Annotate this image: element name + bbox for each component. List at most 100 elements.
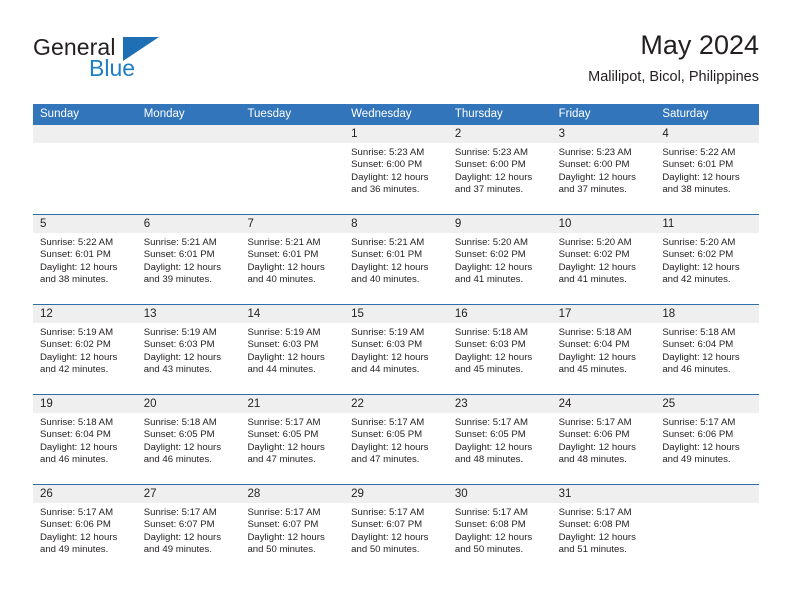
day-cell[interactable]: 18 Sunrise: 5:18 AM Sunset: 6:04 PM Dayligh… xyxy=(655,305,760,394)
day-cell[interactable]: 25 Sunrise: 5:17 AM Sunset: 6:06 PM Dayligh… xyxy=(655,395,760,484)
day-daylight-line1-text: Daylight: 12 hours xyxy=(454,171,533,183)
day-sunrise-text: Sunrise: 5:18 AM xyxy=(40,417,114,428)
day-cell-empty xyxy=(655,485,760,574)
day-daylight-line2-text: and 38 minutes. xyxy=(662,183,731,195)
day-number: 11 xyxy=(655,215,760,233)
day-cell[interactable]: 29 Sunrise: 5:17 AM Sunset: 6:07 PM Dayligh… xyxy=(344,485,448,574)
day-sunrise-text: Sunrise: 5:17 AM xyxy=(454,507,528,518)
day-sun-info: Sunrise: 5:19 AM Sunset: 6:02 PM Daylight:… xyxy=(33,323,137,376)
day-daylight-line2-text: and 41 minutes. xyxy=(558,273,627,285)
weekday-header-saturday: Saturday xyxy=(662,108,709,120)
day-number: 26 xyxy=(33,485,137,503)
day-cell[interactable]: 12 Sunrise: 5:19 AM Sunset: 6:02 PM Dayligh… xyxy=(33,305,137,394)
day-cell[interactable]: 24 Sunrise: 5:17 AM Sunset: 6:06 PM Dayligh… xyxy=(551,395,656,484)
day-cell[interactable]: 13 Sunrise: 5:19 AM Sunset: 6:03 PM Dayligh… xyxy=(136,305,241,394)
day-cell[interactable]: 10 Sunrise: 5:20 AM Sunset: 6:02 PM Dayligh… xyxy=(551,215,656,304)
day-cell[interactable]: 11 Sunrise: 5:20 AM Sunset: 6:02 PM Dayligh… xyxy=(655,215,760,304)
day-cell[interactable]: 3 Sunrise: 5:23 AM Sunset: 6:00 PM Daylight… xyxy=(551,125,656,214)
day-cell[interactable]: 30 Sunrise: 5:17 AM Sunset: 6:08 PM Dayligh… xyxy=(447,485,552,574)
day-number: 16 xyxy=(447,305,552,323)
day-daylight-line2-text: and 50 minutes. xyxy=(351,543,420,555)
day-daylight-line1-text: Daylight: 12 hours xyxy=(40,351,118,363)
day-sunrise-text: Sunrise: 5:17 AM xyxy=(247,507,321,518)
day-sunset-text: Sunset: 6:02 PM xyxy=(662,249,734,261)
day-sunset-text: Sunset: 6:03 PM xyxy=(247,339,319,351)
day-cell[interactable]: 7 Sunrise: 5:21 AM Sunset: 6:01 PM Daylight… xyxy=(240,215,345,304)
day-number: 1 xyxy=(344,125,448,143)
day-cell[interactable]: 17 Sunrise: 5:18 AM Sunset: 6:04 PM Dayligh… xyxy=(551,305,656,394)
day-cell[interactable]: 15 Sunrise: 5:19 AM Sunset: 6:03 PM Dayligh… xyxy=(344,305,448,394)
day-daylight-line1-text: Daylight: 12 hours xyxy=(247,441,325,453)
day-cell-empty xyxy=(240,125,345,214)
day-cell[interactable]: 23 Sunrise: 5:17 AM Sunset: 6:05 PM Dayligh… xyxy=(447,395,552,484)
day-number: 30 xyxy=(447,485,552,503)
day-cell[interactable]: 1 Sunrise: 5:23 AM Sunset: 6:00 PM Daylight… xyxy=(344,125,448,214)
day-cell[interactable]: 6 Sunrise: 5:21 AM Sunset: 6:01 PM Daylight… xyxy=(136,215,241,304)
day-sunrise-text: Sunrise: 5:17 AM xyxy=(143,507,217,518)
day-cell[interactable]: 31 Sunrise: 5:17 AM Sunset: 6:08 PM Dayligh… xyxy=(551,485,656,574)
day-cell[interactable]: 16 Sunrise: 5:18 AM Sunset: 6:03 PM Dayligh… xyxy=(447,305,552,394)
general-blue-logo[interactable]: General Blue xyxy=(33,34,233,90)
day-number: 9 xyxy=(447,215,552,233)
day-daylight-line2-text: and 36 minutes. xyxy=(351,183,420,195)
day-cell[interactable]: 14 Sunrise: 5:19 AM Sunset: 6:03 PM Dayligh… xyxy=(240,305,345,394)
day-cell[interactable]: 5 Sunrise: 5:22 AM Sunset: 6:01 PM Daylight… xyxy=(33,215,137,304)
day-number: 18 xyxy=(655,305,760,323)
day-sun-info: Sunrise: 5:17 AM Sunset: 6:06 PM Daylight:… xyxy=(655,413,759,466)
day-sunset-text: Sunset: 6:01 PM xyxy=(247,249,319,261)
day-sunrise-text: Sunrise: 5:19 AM xyxy=(351,327,425,338)
day-cell[interactable]: 28 Sunrise: 5:17 AM Sunset: 6:07 PM Dayligh… xyxy=(240,485,345,574)
day-cell[interactable]: 9 Sunrise: 5:20 AM Sunset: 6:02 PM Daylight… xyxy=(447,215,552,304)
day-daylight-line1-text: Daylight: 12 hours xyxy=(454,261,533,273)
day-sunset-text: Sunset: 6:07 PM xyxy=(143,519,215,531)
day-cell[interactable]: 27 Sunrise: 5:17 AM Sunset: 6:07 PM Dayligh… xyxy=(136,485,241,574)
page-header: General Blue May 2024 Malilipot, Bicol, … xyxy=(33,28,759,98)
day-sunrise-text: Sunrise: 5:23 AM xyxy=(351,147,425,158)
day-sun-info: Sunrise: 5:20 AM Sunset: 6:02 PM Daylight:… xyxy=(448,233,552,286)
day-number: 27 xyxy=(136,485,241,503)
day-daylight-line2-text: and 48 minutes. xyxy=(558,453,627,465)
day-daylight-line2-text: and 47 minutes. xyxy=(351,453,420,465)
day-sun-info: Sunrise: 5:22 AM Sunset: 6:01 PM Daylight:… xyxy=(655,143,759,196)
weekday-header-thursday: Thursday xyxy=(454,108,503,120)
day-sunset-text: Sunset: 6:01 PM xyxy=(143,249,215,261)
day-daylight-line2-text: and 46 minutes. xyxy=(143,453,212,465)
day-cell[interactable]: 4 Sunrise: 5:22 AM Sunset: 6:01 PM Daylight… xyxy=(655,125,760,214)
day-number: 3 xyxy=(551,125,656,143)
day-daylight-line2-text: and 45 minutes. xyxy=(454,363,524,375)
day-daylight-line1-text: Daylight: 12 hours xyxy=(558,441,636,453)
day-sunrise-text: Sunrise: 5:17 AM xyxy=(247,417,321,428)
day-number: 24 xyxy=(551,395,656,413)
day-daylight-line1-text: Daylight: 12 hours xyxy=(351,531,429,543)
day-cell[interactable]: 19 Sunrise: 5:18 AM Sunset: 6:04 PM Dayligh… xyxy=(33,395,137,484)
day-daylight-line1-text: Daylight: 12 hours xyxy=(40,531,118,543)
day-sunrise-text: Sunrise: 5:17 AM xyxy=(351,417,425,428)
day-sun-info: Sunrise: 5:17 AM Sunset: 6:08 PM Daylight:… xyxy=(448,503,552,556)
day-cell[interactable]: 21 Sunrise: 5:17 AM Sunset: 6:05 PM Dayligh… xyxy=(240,395,345,484)
day-cell[interactable]: 2 Sunrise: 5:23 AM Sunset: 6:00 PM Daylight… xyxy=(447,125,552,214)
day-sun-info: Sunrise: 5:19 AM Sunset: 6:03 PM Daylight:… xyxy=(137,323,241,376)
day-cell[interactable]: 8 Sunrise: 5:21 AM Sunset: 6:01 PM Daylight… xyxy=(344,215,448,304)
day-sun-info: Sunrise: 5:21 AM Sunset: 6:01 PM Daylight:… xyxy=(240,233,344,286)
day-number: 4 xyxy=(655,125,760,143)
day-number: 14 xyxy=(240,305,345,323)
day-cell[interactable]: 20 Sunrise: 5:18 AM Sunset: 6:05 PM Dayligh… xyxy=(136,395,241,484)
calendar-week-row: 1 Sunrise: 5:23 AM Sunset: 6:00 PM Daylight… xyxy=(33,125,760,214)
day-cell[interactable]: 26 Sunrise: 5:17 AM Sunset: 6:06 PM Dayligh… xyxy=(33,485,137,574)
day-cell[interactable]: 22 Sunrise: 5:17 AM Sunset: 6:05 PM Dayligh… xyxy=(344,395,448,484)
day-sunset-text: Sunset: 6:03 PM xyxy=(143,339,215,351)
day-daylight-line2-text: and 46 minutes. xyxy=(40,453,109,465)
day-sun-info: Sunrise: 5:19 AM Sunset: 6:03 PM Daylight:… xyxy=(344,323,448,376)
day-daylight-line2-text: and 50 minutes. xyxy=(247,543,316,555)
day-sunrise-text: Sunrise: 5:17 AM xyxy=(558,417,632,428)
day-sunrise-text: Sunrise: 5:18 AM xyxy=(454,327,528,338)
day-sunset-text: Sunset: 6:07 PM xyxy=(351,519,423,531)
day-number: 12 xyxy=(33,305,137,323)
calendar-weeks: 1 Sunrise: 5:23 AM Sunset: 6:00 PM Daylight… xyxy=(33,125,760,574)
day-sunset-text: Sunset: 6:06 PM xyxy=(558,429,630,441)
day-sun-info: Sunrise: 5:17 AM Sunset: 6:07 PM Daylight:… xyxy=(240,503,344,556)
day-number xyxy=(240,125,345,143)
day-sunset-text: Sunset: 6:05 PM xyxy=(454,429,526,441)
day-sunrise-text: Sunrise: 5:22 AM xyxy=(40,237,114,248)
day-daylight-line2-text: and 50 minutes. xyxy=(454,543,524,555)
